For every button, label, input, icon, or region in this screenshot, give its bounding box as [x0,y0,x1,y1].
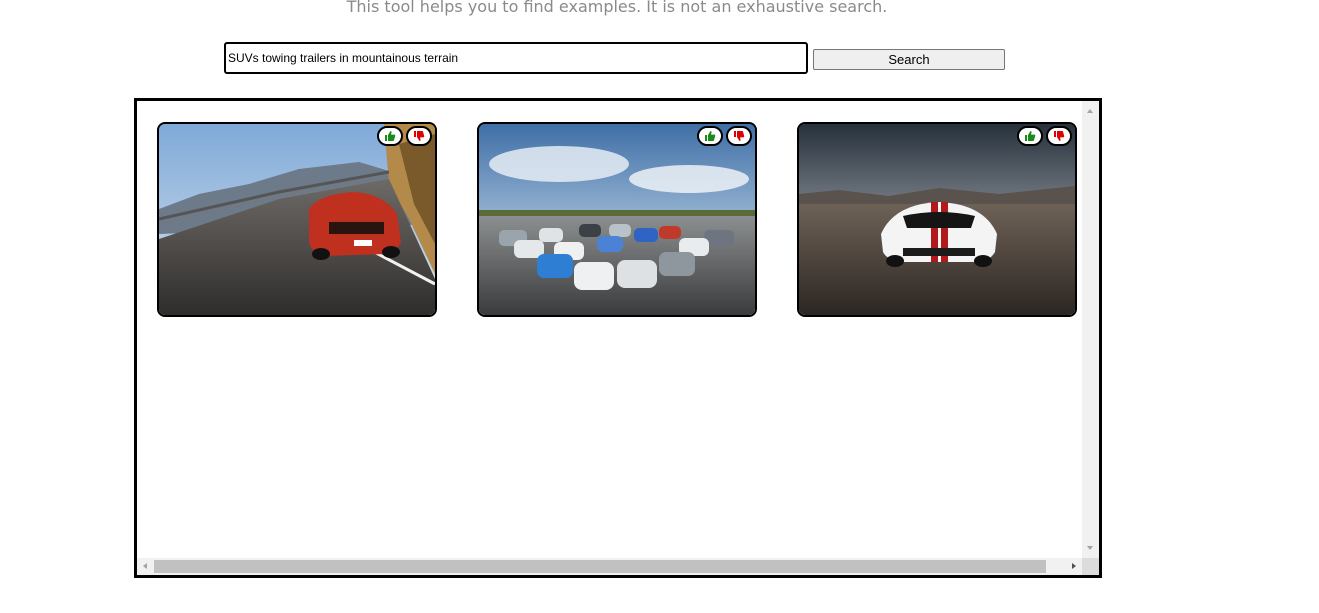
scroll-right-arrow-icon[interactable] [1072,563,1076,569]
thumbs-up-button[interactable] [697,126,723,146]
thumbs-up-button[interactable] [377,126,403,146]
result-image-red-sports-car [159,124,435,315]
scrollbar-corner [1082,558,1099,575]
thumbs-up-icon [385,131,396,141]
result-image-white-sports-car [799,124,1075,315]
thumbs-up-icon [1025,131,1036,141]
subtitle: This tool helps you to find examples. It… [346,0,888,16]
scroll-up-arrow-icon[interactable] [1087,109,1093,113]
thumbs-up-icon [705,131,716,141]
thumbs-down-icon [1054,131,1065,141]
results-panel [134,98,1102,578]
thumbs-down-button[interactable] [406,126,432,146]
result-card[interactable] [797,122,1077,317]
thumbs-down-icon [734,131,745,141]
result-card[interactable] [477,122,757,317]
search-input[interactable] [224,42,808,74]
thumbs-down-button[interactable] [1046,126,1072,146]
horizontal-scrollbar[interactable] [137,558,1082,575]
scroll-left-arrow-icon[interactable] [143,563,147,569]
thumbs-up-button[interactable] [1017,126,1043,146]
thumbs-down-button[interactable] [726,126,752,146]
thumbs-down-icon [414,131,425,141]
vertical-scrollbar[interactable] [1082,101,1099,558]
result-card[interactable] [157,122,437,317]
horizontal-scrollbar-thumb[interactable] [154,560,1046,573]
search-button[interactable]: Search [813,49,1005,70]
scroll-down-arrow-icon[interactable] [1087,546,1093,550]
result-image-electric-cars [479,124,755,315]
